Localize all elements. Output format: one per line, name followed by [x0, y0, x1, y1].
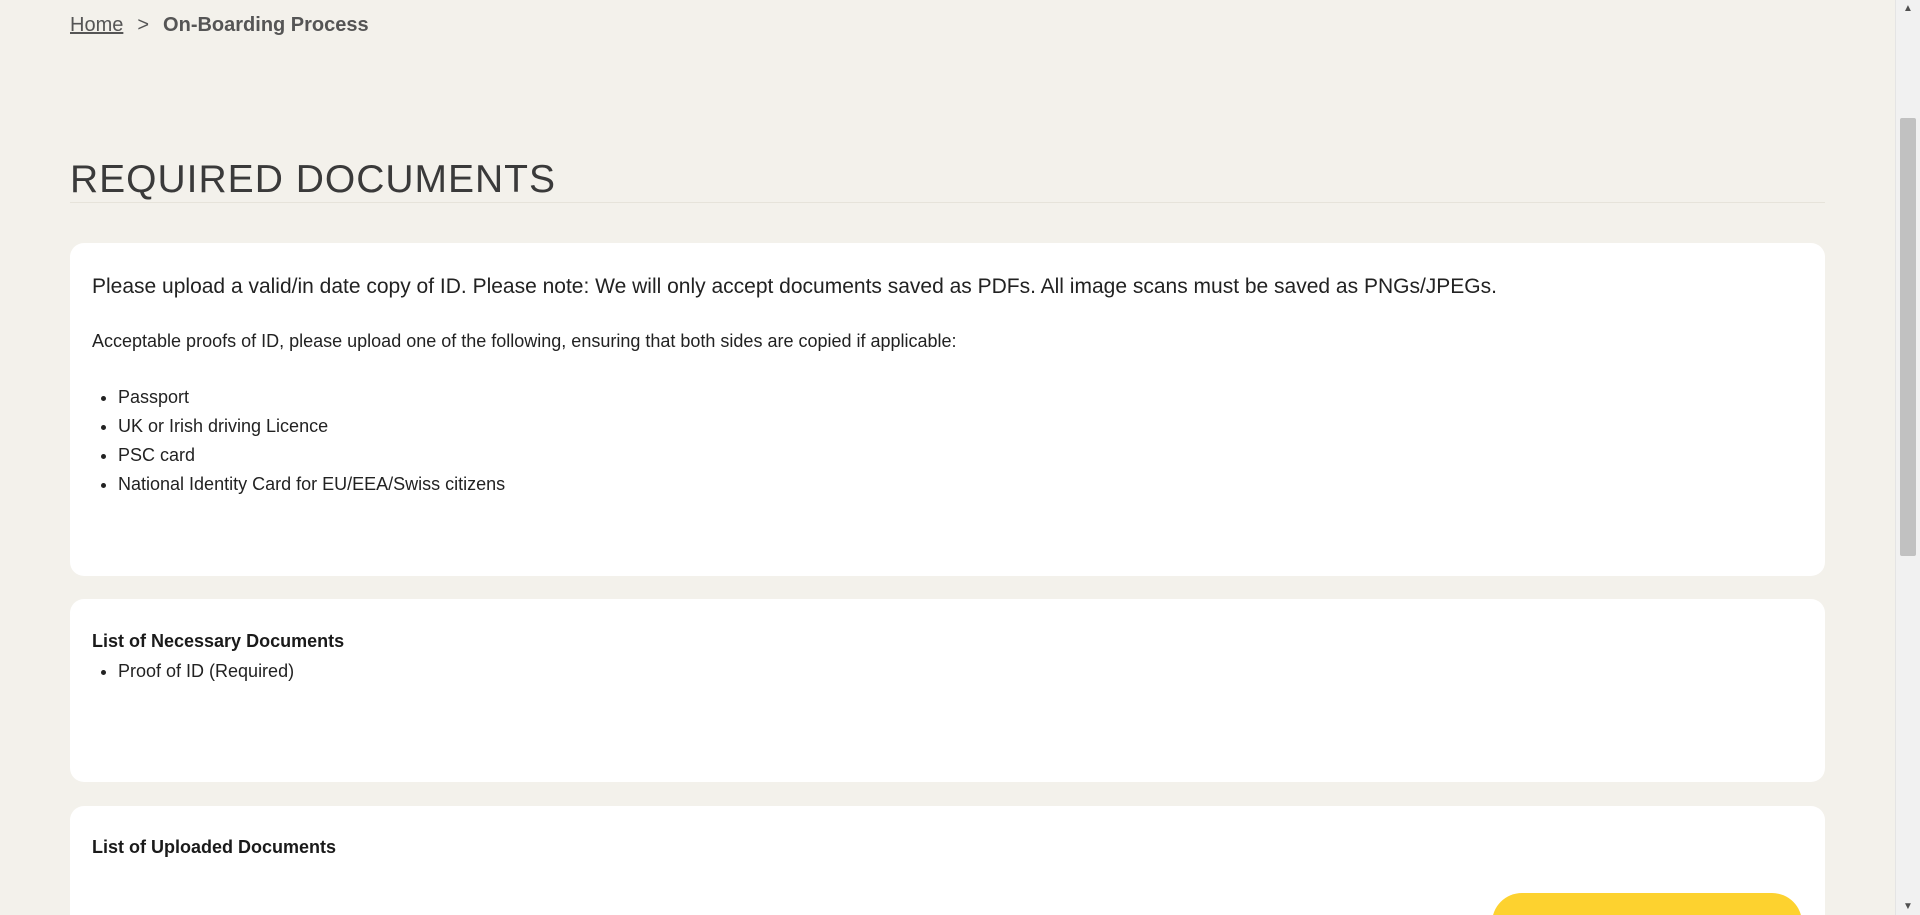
upload-document-button[interactable]: [1492, 893, 1802, 915]
uploaded-documents-card: List of Uploaded Documents: [70, 806, 1825, 915]
scroll-up-arrow-icon[interactable]: ▲: [1896, 0, 1920, 17]
scroll-down-arrow-icon[interactable]: ▼: [1896, 898, 1920, 915]
list-item: PSC card: [118, 441, 505, 470]
scrollbar-thumb[interactable]: [1900, 118, 1916, 556]
acceptable-id-list: Passport UK or Irish driving Licence PSC…: [92, 383, 505, 499]
breadcrumb: Home > On-Boarding Process: [70, 14, 369, 37]
list-item: National Identity Card for EU/EEA/Swiss …: [118, 470, 505, 499]
list-item: Proof of ID (Required): [118, 657, 294, 686]
acceptable-id-text: Acceptable proofs of ID, please upload o…: [92, 331, 957, 351]
breadcrumb-home-link[interactable]: Home: [70, 14, 123, 37]
necessary-documents-heading: List of Necessary Documents: [92, 631, 345, 651]
title-divider: [70, 202, 1825, 203]
page: Home > On-Boarding Process REQUIRED DOCU…: [0, 0, 1920, 915]
necessary-documents-list: Proof of ID (Required): [92, 657, 294, 686]
page-title: REQUIRED DOCUMENTS: [70, 158, 557, 201]
vertical-scrollbar[interactable]: ▲ ▼: [1895, 0, 1920, 915]
breadcrumb-current: On-Boarding Process: [163, 14, 369, 36]
list-item: Passport: [118, 383, 505, 412]
upload-instructions-text: Please upload a valid/in date copy of ID…: [92, 275, 1497, 298]
list-item: UK or Irish driving Licence: [118, 412, 505, 441]
breadcrumb-separator: >: [137, 14, 150, 36]
id-instructions-card: Please upload a valid/in date copy of ID…: [70, 243, 1825, 576]
necessary-documents-card: List of Necessary Documents Proof of ID …: [70, 599, 1825, 782]
uploaded-documents-heading: List of Uploaded Documents: [92, 837, 337, 857]
